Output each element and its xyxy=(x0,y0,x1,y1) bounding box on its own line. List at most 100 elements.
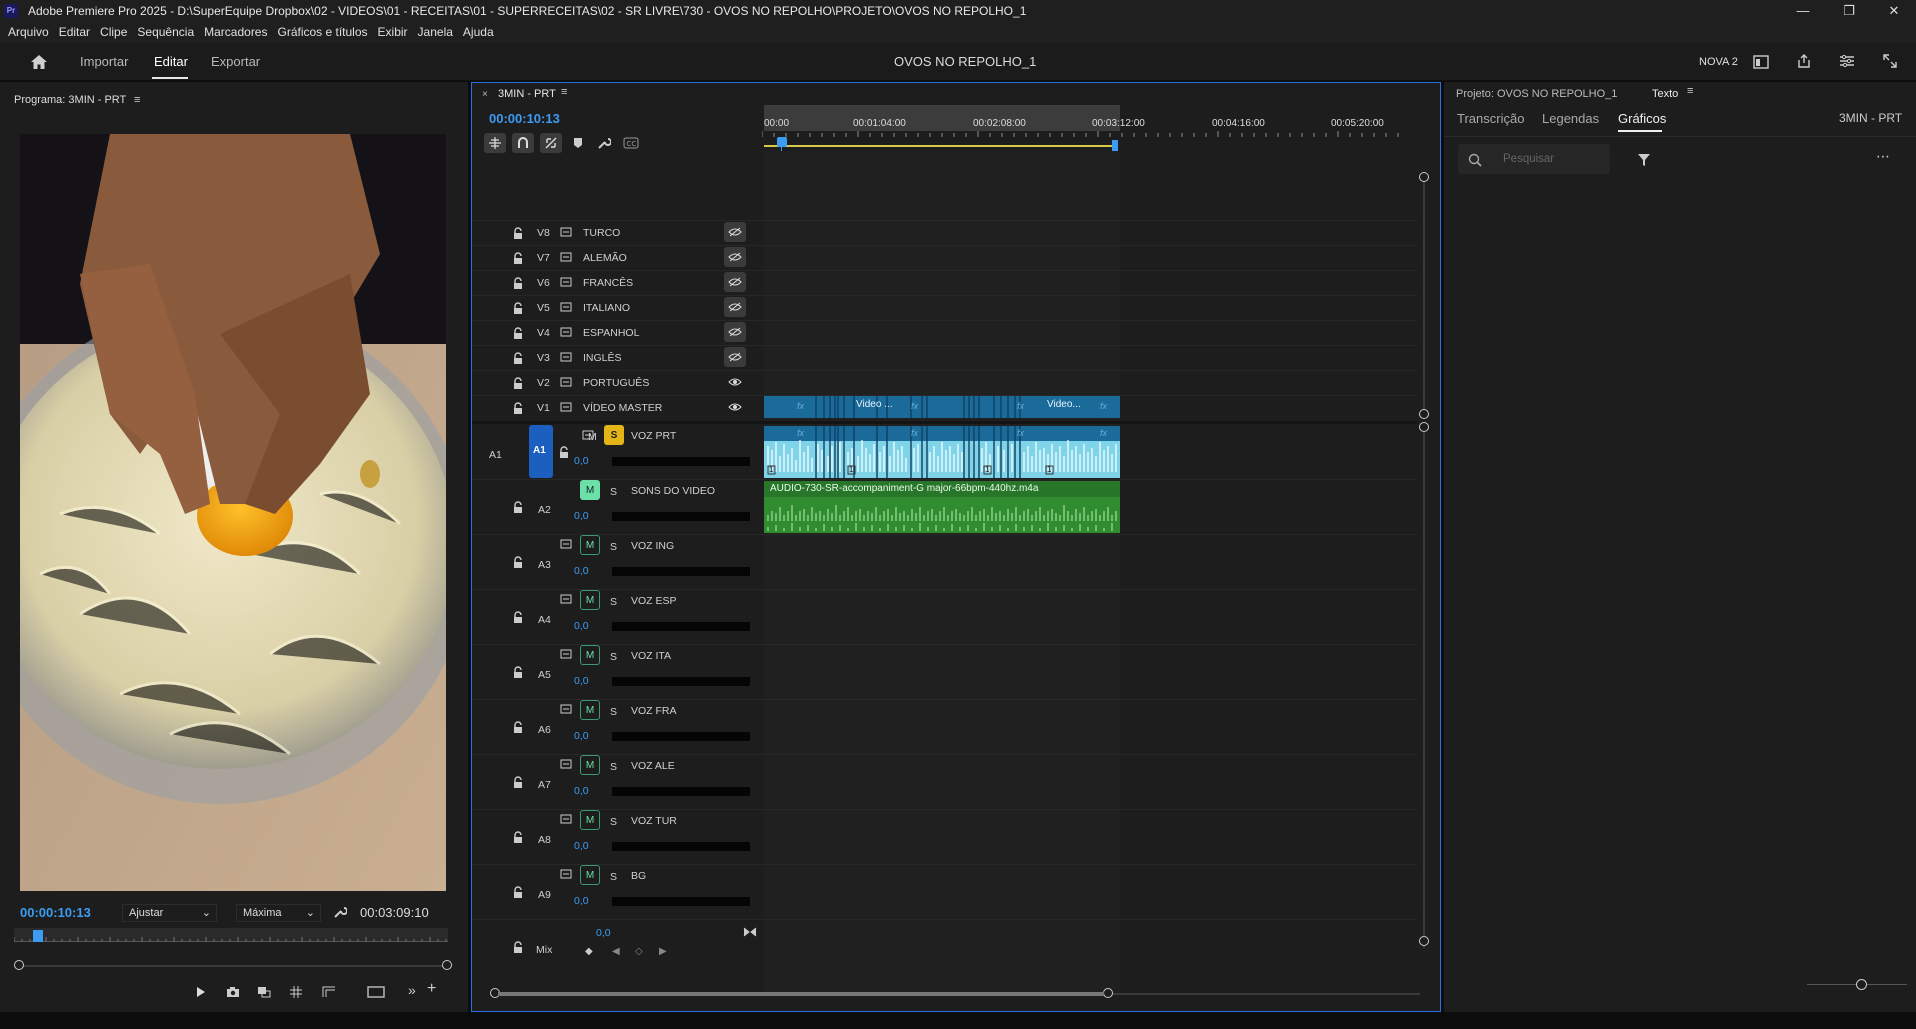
more-controls-icon[interactable]: » xyxy=(408,982,416,998)
eye-icon[interactable] xyxy=(724,397,746,417)
workspace-name[interactable]: NOVA 2 xyxy=(1699,56,1738,68)
eye-hidden-icon[interactable] xyxy=(724,322,746,342)
track-name[interactable]: ESPANHOL xyxy=(583,327,639,339)
quick-settings-icon[interactable] xyxy=(1838,52,1856,70)
volume-value[interactable]: 0,0 xyxy=(574,840,589,852)
solo-label[interactable]: S xyxy=(610,871,617,883)
track-name[interactable]: FRANCÊS xyxy=(583,277,633,289)
panel-menu-icon[interactable]: ≡ xyxy=(134,94,140,106)
captions-icon[interactable]: CC xyxy=(622,135,640,151)
sync-lock-icon[interactable] xyxy=(559,326,573,338)
zoom-handle-left[interactable] xyxy=(14,960,24,970)
menu-ajuda[interactable]: Ajuda xyxy=(463,25,494,39)
snap-icon[interactable] xyxy=(512,133,534,153)
lock-icon[interactable] xyxy=(512,555,524,568)
video-scroll-handle-bottom[interactable] xyxy=(1419,409,1429,419)
track-name[interactable]: BG xyxy=(631,870,646,882)
mute-button[interactable]: M xyxy=(580,755,600,775)
volume-value[interactable]: 0,0 xyxy=(574,785,589,797)
audio-scroll-handle-bottom[interactable] xyxy=(1419,936,1429,946)
track-name[interactable]: VOZ ESP xyxy=(631,595,677,607)
sequence-tab[interactable]: 3MIN - PRT xyxy=(498,88,556,100)
program-playhead[interactable] xyxy=(33,930,43,942)
lock-icon[interactable] xyxy=(512,226,524,239)
text-tab[interactable]: Texto xyxy=(1652,88,1678,100)
sync-lock-icon[interactable] xyxy=(559,758,573,770)
linked-selection-icon[interactable] xyxy=(540,133,562,153)
a2-clip[interactable]: AUDIO-730-SR-accompaniment-G major-66bpm… xyxy=(764,481,1120,533)
filter-icon[interactable] xyxy=(1636,152,1652,168)
menu-editar[interactable]: Editar xyxy=(59,25,90,39)
mute-button[interactable]: M xyxy=(580,590,600,610)
solo-label[interactable]: S xyxy=(610,651,617,663)
close-tab-icon[interactable]: × xyxy=(482,89,488,100)
mute-label[interactable]: M xyxy=(588,431,597,443)
share-icon[interactable] xyxy=(1795,52,1813,70)
quality-dropdown[interactable]: Máxima ⌄ xyxy=(236,904,321,922)
lock-icon[interactable] xyxy=(512,376,524,389)
next-keyframe-icon[interactable]: ▶ xyxy=(659,946,667,957)
track-name[interactable]: VÍDEO MASTER xyxy=(583,402,662,414)
lock-icon[interactable] xyxy=(512,326,524,339)
solo-label[interactable]: S xyxy=(610,761,617,773)
lock-icon[interactable] xyxy=(512,940,524,953)
project-tab[interactable]: Projeto: OVOS NO REPOLHO_1 xyxy=(1456,88,1617,100)
subtab-graficos[interactable]: Gráficos xyxy=(1618,111,1666,126)
lock-icon[interactable] xyxy=(512,500,524,513)
tab-exportar[interactable]: Exportar xyxy=(211,54,260,69)
eye-hidden-icon[interactable] xyxy=(724,347,746,367)
trim-icon[interactable] xyxy=(321,985,337,999)
sync-lock-icon[interactable] xyxy=(559,276,573,288)
video-scrollbar[interactable] xyxy=(1423,178,1425,418)
menu-janela[interactable]: Janela xyxy=(418,25,453,39)
solo-button[interactable]: S xyxy=(604,425,624,445)
zoom-scrollbar[interactable] xyxy=(20,965,448,967)
track-name[interactable]: VOZ ING xyxy=(631,540,674,552)
fullscreen-icon[interactable] xyxy=(1881,52,1899,70)
sync-lock-icon[interactable] xyxy=(559,226,573,238)
audio-scrollbar[interactable] xyxy=(1423,428,1425,948)
lock-icon[interactable] xyxy=(512,830,524,843)
subtab-transcricao[interactable]: Transcrição xyxy=(1457,111,1524,126)
eye-hidden-icon[interactable] xyxy=(724,272,746,292)
close-button[interactable]: ✕ xyxy=(1874,0,1914,21)
mix-volume-value[interactable]: 0,0 xyxy=(596,927,611,939)
volume-value[interactable]: 0,0 xyxy=(574,895,589,907)
solo-label[interactable]: S xyxy=(610,541,617,553)
slider-handle[interactable] xyxy=(1856,979,1867,990)
mute-button[interactable]: M xyxy=(580,480,600,500)
camera-icon[interactable] xyxy=(225,985,241,999)
v1-clips[interactable]: fx Video ... fx fx Video... fx xyxy=(764,396,1120,418)
menu-exibir[interactable]: Exibir xyxy=(378,25,408,39)
timeline-timecode[interactable]: 00:00:10:13 xyxy=(489,111,560,126)
mute-button[interactable]: M xyxy=(580,700,600,720)
eye-hidden-icon[interactable] xyxy=(724,222,746,242)
volume-value[interactable]: 0,0 xyxy=(574,510,589,522)
volume-value[interactable]: 0,0 xyxy=(574,730,589,742)
mute-button[interactable]: M xyxy=(580,810,600,830)
lock-icon[interactable] xyxy=(512,775,524,788)
video-scroll-handle-top[interactable] xyxy=(1419,172,1429,182)
tab-editar[interactable]: Editar xyxy=(154,54,188,69)
track-name[interactable]: TURCO xyxy=(583,227,620,239)
track-name[interactable]: VOZ PRT xyxy=(631,430,676,442)
lock-icon[interactable] xyxy=(512,301,524,314)
marker-icon[interactable] xyxy=(570,135,586,151)
play-icon[interactable] xyxy=(194,985,208,999)
track-target-a1[interactable]: A1 xyxy=(529,425,553,478)
safe-margins-icon[interactable] xyxy=(366,985,386,999)
lock-icon[interactable] xyxy=(512,401,524,414)
collapse-icon[interactable] xyxy=(742,926,758,938)
home-icon[interactable] xyxy=(28,52,50,72)
track-name[interactable]: ALEMÃO xyxy=(583,252,627,264)
sync-lock-icon[interactable] xyxy=(559,376,573,388)
volume-value[interactable]: 0,0 xyxy=(574,455,589,467)
panel-menu-icon[interactable]: ≡ xyxy=(1687,85,1693,97)
sync-lock-icon[interactable] xyxy=(559,703,573,715)
sync-lock-icon[interactable] xyxy=(559,868,573,880)
track-name[interactable]: VOZ FRA xyxy=(631,705,677,717)
lock-icon[interactable] xyxy=(512,610,524,623)
prev-keyframe-icon[interactable]: ◀ xyxy=(612,946,620,957)
zoom-handle-right[interactable] xyxy=(442,960,452,970)
sync-lock-icon[interactable] xyxy=(559,301,573,313)
